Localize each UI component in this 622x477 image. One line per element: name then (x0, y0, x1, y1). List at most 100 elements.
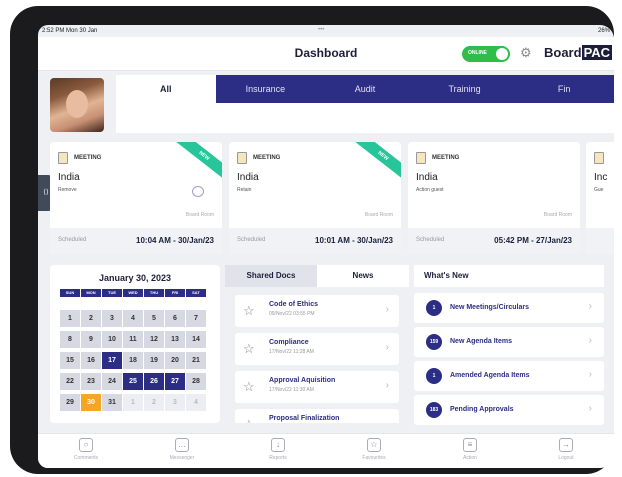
calendar-day[interactable]: 5 (144, 310, 164, 327)
calendar-day[interactable]: 11 (123, 331, 143, 348)
star-icon[interactable]: ☆ (243, 379, 255, 395)
card-location: Board Room (543, 212, 572, 218)
calendar-day[interactable]: 1 (123, 394, 143, 411)
card-subtitle: Remove (58, 187, 77, 193)
calendar-day[interactable]: 21 (186, 352, 206, 369)
calendar-day[interactable]: 1 (60, 310, 80, 327)
calendar-day[interactable]: 24 (102, 373, 122, 390)
doc-date: 17/Nov/22 11:28 AM (269, 349, 314, 355)
calendar-day[interactable]: 7 (186, 310, 206, 327)
meeting-card[interactable]: NEW MEETING India Remove Board Room Sche… (50, 142, 222, 254)
docs-tabs: Shared Docs News (225, 265, 409, 287)
star-icon[interactable]: ☆ (243, 303, 255, 319)
doc-item[interactable]: ☆ Compliance 17/Nov/22 11:28 AM › (235, 333, 399, 365)
nav-messenger[interactable]: … Messenger (134, 434, 230, 468)
document-icon (58, 152, 68, 164)
whats-new-item[interactable]: 1 Amended Agenda Items › (414, 361, 604, 391)
star-icon[interactable]: ☆ (243, 341, 255, 357)
calendar-day[interactable]: 17 (102, 352, 122, 369)
card-type: MEETING (432, 155, 460, 161)
nav-logout[interactable]: → Logout (518, 434, 614, 468)
calendar-day[interactable]: 31 (102, 394, 122, 411)
avatar[interactable] (50, 78, 104, 132)
gear-icon[interactable]: ⚙ (520, 45, 532, 61)
calendar-day[interactable]: 2 (144, 394, 164, 411)
nav-label: Reports (269, 455, 287, 461)
calendar-day[interactable]: 27 (165, 373, 185, 390)
calendar-day[interactable]: 20 (165, 352, 185, 369)
calendar-day[interactable]: 10 (102, 331, 122, 348)
doc-item[interactable]: ☆ Proposal Finalization (235, 409, 399, 423)
calendar-day-header: WED (123, 289, 143, 297)
tab-finance[interactable]: Fin (514, 75, 614, 103)
calendar-day[interactable]: 16 (81, 352, 101, 369)
meeting-card[interactable]: MEETING India Action guest Board Room Sc… (408, 142, 580, 254)
chat-bubble-icon[interactable] (192, 186, 204, 197)
item-label: New Meetings/Circulars (450, 304, 529, 311)
calendar-day[interactable]: 12 (144, 331, 164, 348)
whats-new-item[interactable]: 159 New Agenda Items › (414, 327, 604, 357)
calendar-day[interactable]: 15 (60, 352, 80, 369)
calendar-day[interactable]: 4 (186, 394, 206, 411)
nav-reports[interactable]: ↓ Reports (230, 434, 326, 468)
tab-training[interactable]: Training (415, 75, 515, 103)
calendar-day[interactable]: 13 (165, 331, 185, 348)
nav-favourites[interactable]: ☆ Favourites (326, 434, 422, 468)
app-logo: Board PAC (544, 45, 613, 60)
calendar-day[interactable]: 3 (165, 394, 185, 411)
count-badge: 1 (426, 300, 442, 316)
meeting-card[interactable]: NEW MEETING India Retain Board Room Sche… (229, 142, 401, 254)
nav-label: Messenger (169, 455, 195, 461)
tab-all[interactable]: All (116, 75, 216, 103)
doc-item[interactable]: ☆ Code of Ethics 09/Nov/22 03:55 PM › (235, 295, 399, 327)
calendar-day[interactable]: 22 (60, 373, 80, 390)
whats-new-item[interactable]: 1 New Meetings/Circulars › (414, 293, 604, 323)
calendar-day[interactable]: 28 (186, 373, 206, 390)
online-toggle[interactable]: ONLINE (462, 46, 510, 62)
card-subtitle: Retain (237, 187, 252, 193)
chevron-right-icon: › (588, 403, 592, 414)
card-location: Board Room (185, 212, 214, 218)
whats-new-title: What's New (414, 265, 604, 287)
doc-item[interactable]: ☆ Approval Aquisition 17/Nov/22 11:30 AM… (235, 371, 399, 403)
tab-shared-docs[interactable]: Shared Docs (225, 265, 317, 287)
download-icon: ↓ (271, 438, 285, 452)
calendar-day[interactable]: 19 (144, 352, 164, 369)
calendar-day[interactable]: 30 (81, 394, 101, 411)
calendar-day[interactable]: 4 (123, 310, 143, 327)
nav-label: Comments (73, 455, 99, 461)
battery-indicator: 26% (597, 28, 610, 34)
nav-action[interactable]: ≡ Action (422, 434, 518, 468)
tab-news[interactable]: News (317, 265, 409, 287)
calendar-day[interactable]: 6 (165, 310, 185, 327)
calendar-day[interactable]: 3 (102, 310, 122, 327)
calendar-day[interactable]: 14 (186, 331, 206, 348)
card-datetime: 10:04 AM - 30/Jan/23 (136, 236, 214, 245)
tab-insurance[interactable]: Insurance (216, 75, 316, 103)
item-label: Amended Agenda Items (450, 372, 530, 379)
document-icon (594, 152, 604, 164)
whats-new-item[interactable]: 183 Pending Approvals › (414, 395, 604, 425)
nav-comments[interactable]: ○ Comments (38, 434, 134, 468)
star-icon[interactable]: ☆ (243, 417, 255, 423)
calendar-day[interactable]: 9 (81, 331, 101, 348)
calendar-grid: SUN MON TUE WED THU FRI SAT 1 2 3 4 5 6 7 8 9 10 11 12 13 14… (60, 289, 206, 414)
card-type: MEETING (74, 155, 102, 161)
avatar-face (66, 90, 88, 118)
card-footer: Scheduled 10:01 AM - 30/Jan/23 (229, 228, 401, 254)
calendar-day[interactable]: 8 (60, 331, 80, 348)
tab-audit[interactable]: Audit (315, 75, 415, 103)
calendar-day[interactable]: 29 (60, 394, 80, 411)
count-badge: 183 (426, 402, 442, 418)
top-bar: Dashboard ONLINE ⚙ Board PAC (38, 37, 614, 71)
calendar-day[interactable]: 23 (81, 373, 101, 390)
card-footer: Scheduled 10:04 AM - 30/Jan/23 (50, 228, 222, 254)
calendar-day[interactable]: 26 (144, 373, 164, 390)
meeting-card-partial[interactable]: Inc Gue (586, 142, 614, 254)
nav-label: Logout (558, 455, 574, 461)
calendar-day[interactable]: 18 (123, 352, 143, 369)
shared-docs-panel: Shared Docs News ☆ Code of Ethics 09/Nov… (225, 265, 409, 423)
calendar-day[interactable]: 25 (123, 373, 143, 390)
logo-text: Board (544, 45, 582, 60)
calendar-day[interactable]: 2 (81, 310, 101, 327)
